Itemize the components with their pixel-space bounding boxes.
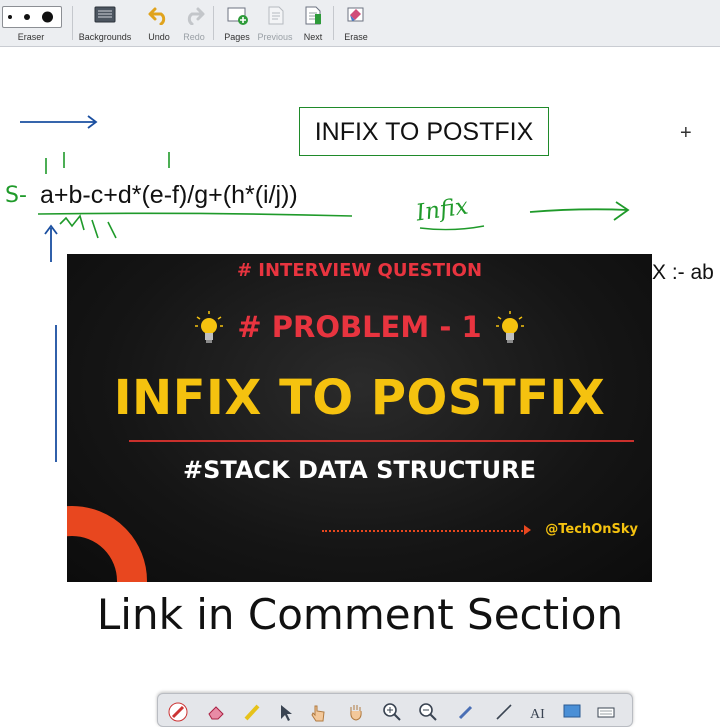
orange-arc-decoration bbox=[67, 506, 147, 582]
text-icon[interactable]: AI bbox=[528, 702, 548, 722]
caption-text: Link in Comment Section bbox=[96, 590, 624, 639]
lightbulb-icon bbox=[195, 311, 224, 343]
pan-hand-icon[interactable] bbox=[346, 702, 366, 722]
screen-icon[interactable] bbox=[562, 702, 582, 722]
highlighter-icon[interactable] bbox=[242, 702, 262, 722]
hand-pointer-icon[interactable] bbox=[308, 702, 328, 722]
thumbnail-title: INFIX TO POSTFIX bbox=[113, 370, 606, 426]
problem-label: # PROBLEM - 1 bbox=[237, 310, 482, 344]
arrowhead-icon bbox=[524, 525, 531, 535]
thumbnail-divider bbox=[129, 440, 634, 442]
thumbnail-tag: # INTERVIEW QUESTION bbox=[236, 260, 483, 281]
zoom-out-icon[interactable] bbox=[418, 702, 438, 722]
eraser-icon[interactable] bbox=[206, 702, 226, 722]
keyboard-icon[interactable] bbox=[596, 702, 616, 722]
pen-icon[interactable] bbox=[168, 702, 188, 722]
infix-expression: a+b-c+d*(e-f)/g+(h*(i/j)) bbox=[40, 181, 298, 209]
channel-handle: @TechOnSky bbox=[545, 522, 638, 537]
thumbnail-subtitle: #STACK DATA STRUCTURE bbox=[182, 456, 537, 484]
add-icon[interactable]: + bbox=[680, 122, 692, 145]
board-title-box: INFIX TO POSTFIX bbox=[299, 107, 549, 156]
thumbnail-problem: # PROBLEM - 1 bbox=[67, 310, 652, 347]
zoom-in-icon[interactable] bbox=[382, 702, 402, 722]
tool-palette: AI bbox=[157, 693, 633, 727]
video-thumbnail[interactable]: # INTERVIEW QUESTION # PROBLEM - 1 INFIX… bbox=[67, 254, 652, 582]
postfix-result-partial: X :- ab bbox=[652, 261, 714, 284]
pointer-icon[interactable] bbox=[276, 702, 296, 722]
marker-icon[interactable] bbox=[456, 702, 476, 722]
s-label: S- bbox=[5, 183, 27, 208]
lightbulb-icon bbox=[495, 311, 524, 343]
line-icon[interactable] bbox=[494, 702, 514, 722]
dotted-arrow-line bbox=[322, 530, 527, 532]
